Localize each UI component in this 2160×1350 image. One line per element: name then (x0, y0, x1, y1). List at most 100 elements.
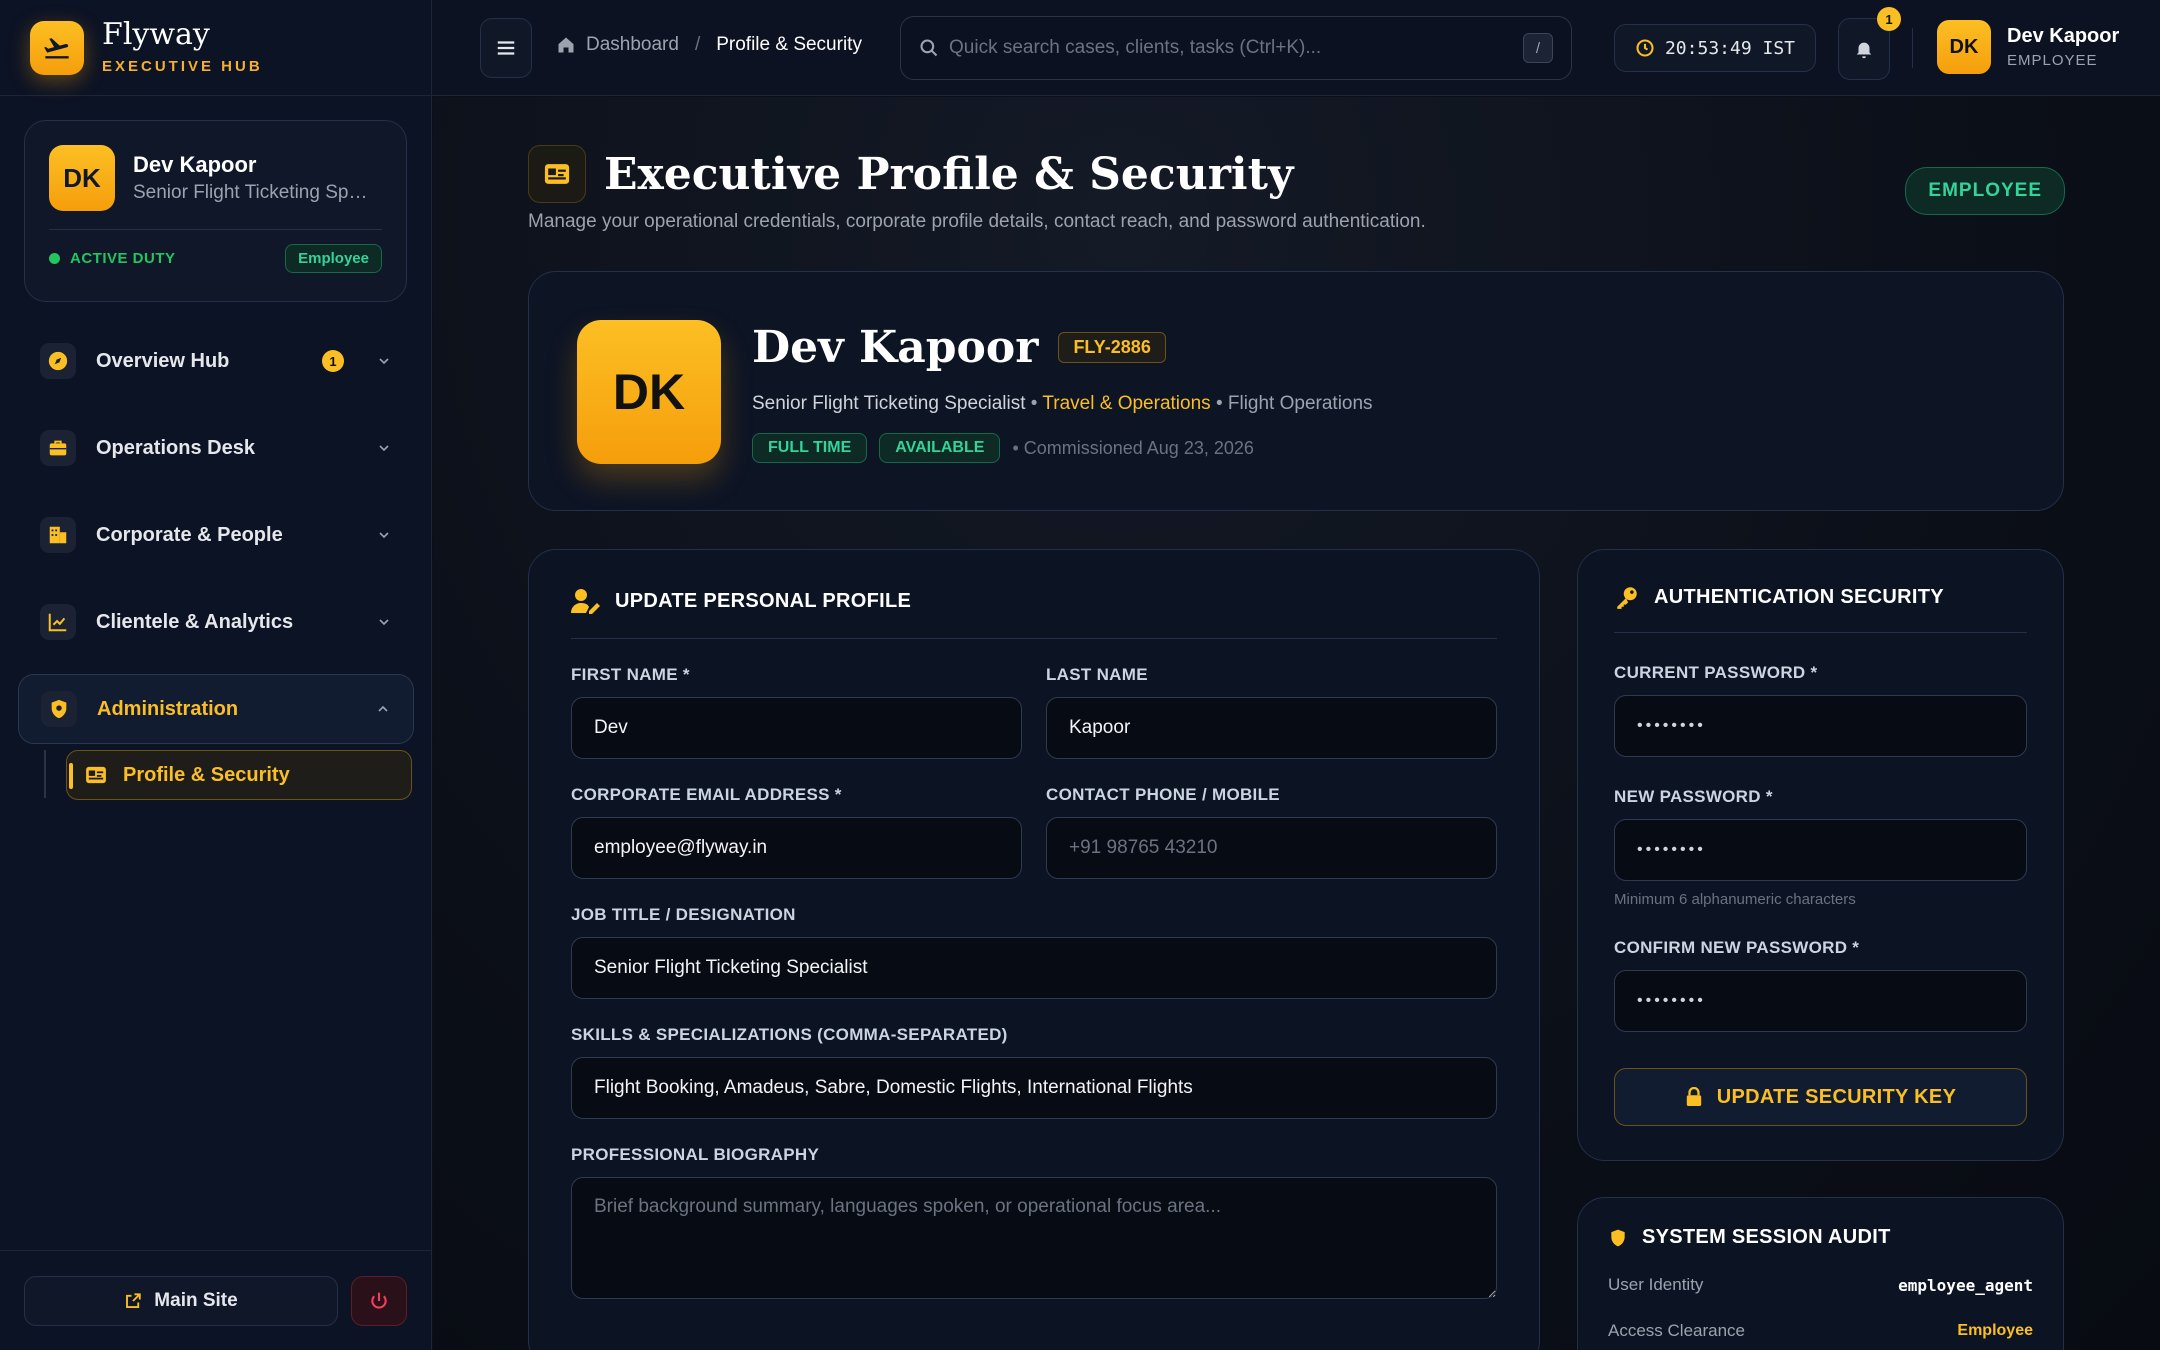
id-card-icon (86, 766, 106, 784)
clock-display: 20:53:49 IST (1614, 24, 1816, 72)
topbar-user-menu[interactable]: DK Dev Kapoor EMPLOYEE (1937, 20, 2119, 74)
topbar-divider (1912, 28, 1913, 68)
job-title-field[interactable] (571, 937, 1497, 999)
email-field[interactable] (571, 817, 1022, 879)
bio-textarea[interactable] (571, 1177, 1497, 1299)
compass-icon (40, 343, 76, 379)
chart-icon (40, 604, 76, 640)
sidebar: Flyway EXECUTIVE HUB DK Dev Kapoor Senio… (0, 0, 432, 1350)
topbar: Dashboard / Profile & Security / 20:53:4… (432, 0, 2160, 96)
sidebar-item-label: Overview Hub (96, 349, 230, 372)
audit-value: employee_agent (1898, 1275, 2033, 1295)
plane-logo-icon (30, 20, 84, 75)
card-header: AUTHENTICATION SECURITY (1614, 584, 2027, 633)
sidebar-item-operations-desk[interactable]: Operations Desk (18, 413, 414, 483)
sidebar-item-overview-hub[interactable]: Overview Hub 1 (18, 326, 414, 396)
user-card: DK Dev Kapoor Senior Flight Ticketing Sp… (24, 120, 407, 302)
confirm-password-field[interactable]: •••••••• (1614, 970, 2027, 1032)
sidebar-item-label: Operations Desk (96, 436, 255, 459)
new-password-field[interactable]: •••••••• (1614, 819, 2027, 881)
sidebar-subitem-profile-security[interactable]: Profile & Security (66, 750, 412, 800)
id-card-icon (528, 145, 586, 203)
job-title-label: JOB TITLE / DESIGNATION (571, 905, 796, 924)
home-icon (558, 37, 574, 53)
menu-toggle-button[interactable] (480, 18, 532, 78)
topbar-user-name: Dev Kapoor (2007, 25, 2120, 47)
skills-field[interactable] (571, 1057, 1497, 1119)
topbar-user-role: EMPLOYEE (2007, 52, 2098, 69)
profile-department: Travel & Operations (1042, 393, 1211, 414)
profile-name: Dev Kapoor (752, 322, 1039, 373)
audit-label: User Identity (1608, 1275, 1704, 1294)
profile-role-line: Senior Flight Ticketing Specialist • Tra… (752, 393, 1373, 414)
card-title: AUTHENTICATION SECURITY (1654, 585, 1944, 608)
sidebar-item-corporate-people[interactable]: Corporate & People (18, 500, 414, 570)
external-link-icon (126, 1292, 141, 1308)
chevron-down-icon (379, 619, 389, 626)
email-label: CORPORATE EMAIL ADDRESS * (571, 785, 842, 804)
availability-tag: AVAILABLE (879, 433, 1001, 463)
hamburger-icon (497, 41, 515, 55)
card-title: SYSTEM SESSION AUDIT (1642, 1226, 1891, 1248)
user-role: Senior Flight Ticketing Specialist (133, 182, 368, 203)
commissioned-date: • Commissioned Aug 23, 2026 (1012, 437, 1254, 458)
update-security-key-button[interactable]: UPDATE SECURITY KEY (1614, 1068, 2027, 1126)
first-name-field[interactable] (571, 697, 1022, 759)
update-security-key-label: UPDATE SECURITY KEY (1716, 1085, 1957, 1108)
brand-subtitle: EXECUTIVE HUB (102, 58, 263, 75)
chevron-down-icon (379, 532, 389, 539)
audit-label: Access Clearance (1608, 1321, 1746, 1340)
sidebar-item-clientele-analytics[interactable]: Clientele & Analytics (18, 587, 414, 657)
password-hint: Minimum 6 alphanumeric characters (1614, 891, 1856, 908)
avatar: DK (1937, 20, 1991, 74)
status-dot-icon (49, 253, 60, 264)
bell-icon (1856, 42, 1872, 59)
sidebar-item-label: Corporate & People (96, 523, 283, 546)
card-header: UPDATE PERSONAL PROFILE (571, 588, 1497, 639)
breadcrumb-separator: / (694, 34, 701, 55)
page-title: Executive Profile & Security (604, 148, 1294, 200)
session-audit-card: SYSTEM SESSION AUDIT User Identity emplo… (1577, 1197, 2064, 1350)
audit-value: Employee (1957, 1322, 2033, 1339)
logout-button[interactable] (351, 1275, 407, 1326)
key-icon (1617, 587, 1637, 609)
notification-count-badge: 1 (1877, 7, 1901, 31)
profile-role: Senior Flight Ticketing Specialist (752, 393, 1026, 414)
breadcrumb-home[interactable]: Dashboard (556, 34, 679, 56)
sidebar-item-label: Clientele & Analytics (96, 610, 294, 633)
subnav-rail (44, 750, 46, 798)
audit-row: Access Clearance Employee (1608, 1321, 2033, 1341)
sidebar-item-administration[interactable]: Administration (18, 674, 414, 744)
current-password-field[interactable]: •••••••• (1614, 695, 2027, 757)
search-icon (920, 39, 938, 57)
profile-form-card: UPDATE PERSONAL PROFILE FIRST NAME * LAS… (528, 549, 1540, 1350)
search-shortcut-key: / (1523, 33, 1553, 63)
profile-summary-card: DK Dev Kapoor FLY-2886 Senior Flight Tic… (528, 271, 2064, 511)
main-content: Executive Profile & Security Manage your… (433, 97, 2160, 1350)
skills-label: SKILLS & SPECIALIZATIONS (COMMA-SEPARATE… (571, 1025, 1008, 1044)
lock-icon (1686, 1087, 1701, 1106)
clock-time: 20:53:49 IST (1664, 37, 1796, 59)
search-input[interactable] (949, 37, 1513, 59)
shield-icon (1611, 1229, 1625, 1246)
main-site-button[interactable]: Main Site (24, 1275, 338, 1326)
card-header: SYSTEM SESSION AUDIT (1608, 1226, 2033, 1249)
shield-icon (41, 691, 77, 727)
power-icon (371, 1292, 387, 1309)
last-name-field[interactable] (1046, 697, 1497, 759)
user-edit-icon (571, 589, 600, 614)
notifications-button[interactable]: 1 (1838, 7, 1901, 80)
page-subtitle: Manage your operational credentials, cor… (528, 211, 1426, 232)
new-password-label: NEW PASSWORD * (1614, 787, 1773, 806)
phone-field[interactable] (1046, 817, 1497, 879)
main-site-label: Main Site (154, 1289, 238, 1311)
avatar: DK (49, 145, 115, 211)
sidebar-subitem-label: Profile & Security (123, 763, 290, 786)
role-badge: Employee (285, 244, 382, 273)
brand[interactable]: Flyway EXECUTIVE HUB (0, 0, 431, 96)
nav-count-badge: 1 (322, 350, 344, 372)
role-badge: EMPLOYEE (1905, 167, 2065, 215)
breadcrumb-home-label: Dashboard (586, 34, 679, 55)
security-card: AUTHENTICATION SECURITY CURRENT PASSWORD… (1577, 549, 2064, 1161)
avatar: DK (577, 320, 721, 464)
